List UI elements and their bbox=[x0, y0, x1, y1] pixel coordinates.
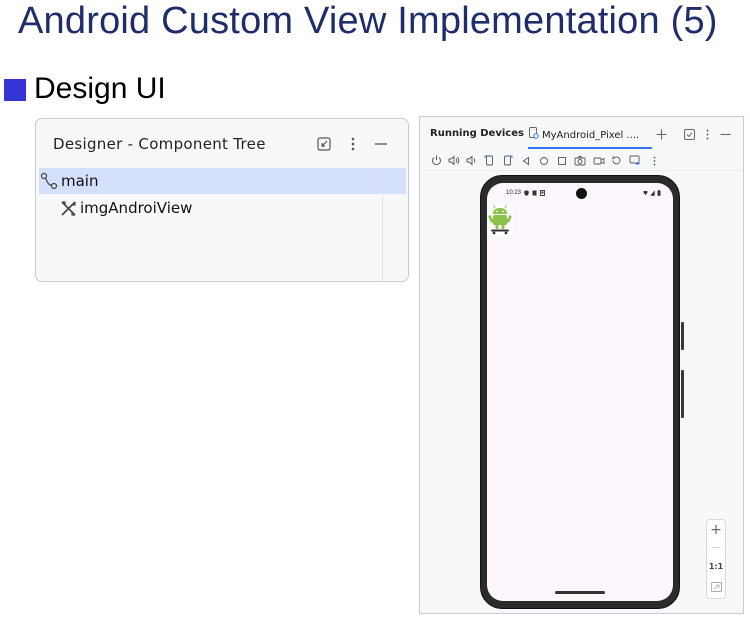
bullet-text: Design UI bbox=[34, 72, 166, 105]
device-tab[interactable]: MyAndroid_Pixel .... bbox=[528, 123, 652, 149]
component-tree-panel: Designer - Component Tree main imgAndroi… bbox=[35, 118, 409, 282]
wifi-icon bbox=[643, 190, 648, 196]
zoom-out-button[interactable]: — bbox=[707, 542, 725, 553]
sim-icon bbox=[532, 190, 537, 196]
device-phone-frame[interactable]: 10:23 bbox=[480, 175, 680, 609]
phone-volume-button bbox=[681, 370, 684, 418]
rotate-left-icon[interactable] bbox=[483, 154, 496, 167]
screenshot-icon[interactable] bbox=[573, 154, 586, 167]
signal-icon bbox=[650, 190, 655, 196]
tree-item-label: main bbox=[61, 172, 99, 190]
tree-item-main[interactable]: main bbox=[39, 168, 406, 194]
running-devices-title: Running Devices bbox=[430, 128, 524, 139]
layout-connector-icon bbox=[39, 171, 59, 191]
tree-item-label: imgAndroiView bbox=[80, 199, 193, 217]
running-devices-panel: Running Devices MyAndroid_Pixel .... 10:… bbox=[419, 116, 744, 614]
device-toolbar bbox=[420, 151, 743, 171]
running-devices-tabbar: Running Devices MyAndroid_Pixel .... bbox=[420, 117, 743, 149]
layout-icon[interactable] bbox=[682, 127, 696, 141]
rotate-right-icon[interactable] bbox=[501, 154, 514, 167]
add-icon[interactable] bbox=[654, 127, 668, 141]
status-time: 10:23 bbox=[506, 190, 522, 196]
snapshot-icon[interactable] bbox=[628, 154, 641, 167]
device-icon bbox=[528, 126, 539, 144]
camera-cutout bbox=[576, 188, 587, 199]
component-tree-header: Designer - Component Tree bbox=[36, 119, 408, 169]
back-icon[interactable] bbox=[519, 154, 532, 167]
record-icon[interactable] bbox=[592, 154, 605, 167]
component-tree-title: Designer - Component Tree bbox=[53, 135, 266, 153]
device-tab-label: MyAndroid_Pixel .... bbox=[542, 129, 640, 141]
device-screen[interactable]: 10:23 bbox=[487, 183, 673, 601]
volume-down-icon[interactable] bbox=[465, 154, 478, 167]
zoom-controls: + — 1:1 bbox=[706, 519, 726, 599]
more-vert-icon[interactable] bbox=[700, 127, 714, 141]
tree-item-imgandroiview[interactable]: imgAndroiView bbox=[58, 195, 192, 221]
minimize-icon[interactable] bbox=[372, 135, 390, 153]
gesture-home-bar[interactable] bbox=[555, 591, 605, 594]
android-skateboard-image bbox=[487, 204, 513, 236]
power-icon[interactable] bbox=[430, 154, 443, 167]
minimize-icon[interactable] bbox=[718, 127, 732, 141]
notification-icon bbox=[540, 190, 545, 196]
more-vert-icon[interactable] bbox=[344, 135, 362, 153]
fit-screen-icon[interactable] bbox=[707, 580, 725, 594]
volume-up-icon[interactable] bbox=[447, 154, 460, 167]
zoom-actual-size-button[interactable]: 1:1 bbox=[707, 562, 725, 571]
home-icon[interactable] bbox=[537, 154, 550, 167]
overview-icon[interactable] bbox=[555, 154, 568, 167]
battery-icon bbox=[657, 190, 661, 196]
zoom-in-button[interactable]: + bbox=[707, 522, 725, 538]
image-view-icon bbox=[58, 198, 78, 218]
slide-title: Android Custom View Implementation (5) bbox=[18, 0, 718, 42]
more-vert-icon[interactable] bbox=[648, 154, 661, 167]
collapse-icon[interactable] bbox=[315, 135, 333, 153]
divider bbox=[382, 169, 383, 281]
bullet-square bbox=[4, 79, 26, 101]
reset-icon[interactable] bbox=[610, 154, 623, 167]
phone-power-button bbox=[681, 322, 684, 350]
shield-icon bbox=[524, 190, 529, 196]
